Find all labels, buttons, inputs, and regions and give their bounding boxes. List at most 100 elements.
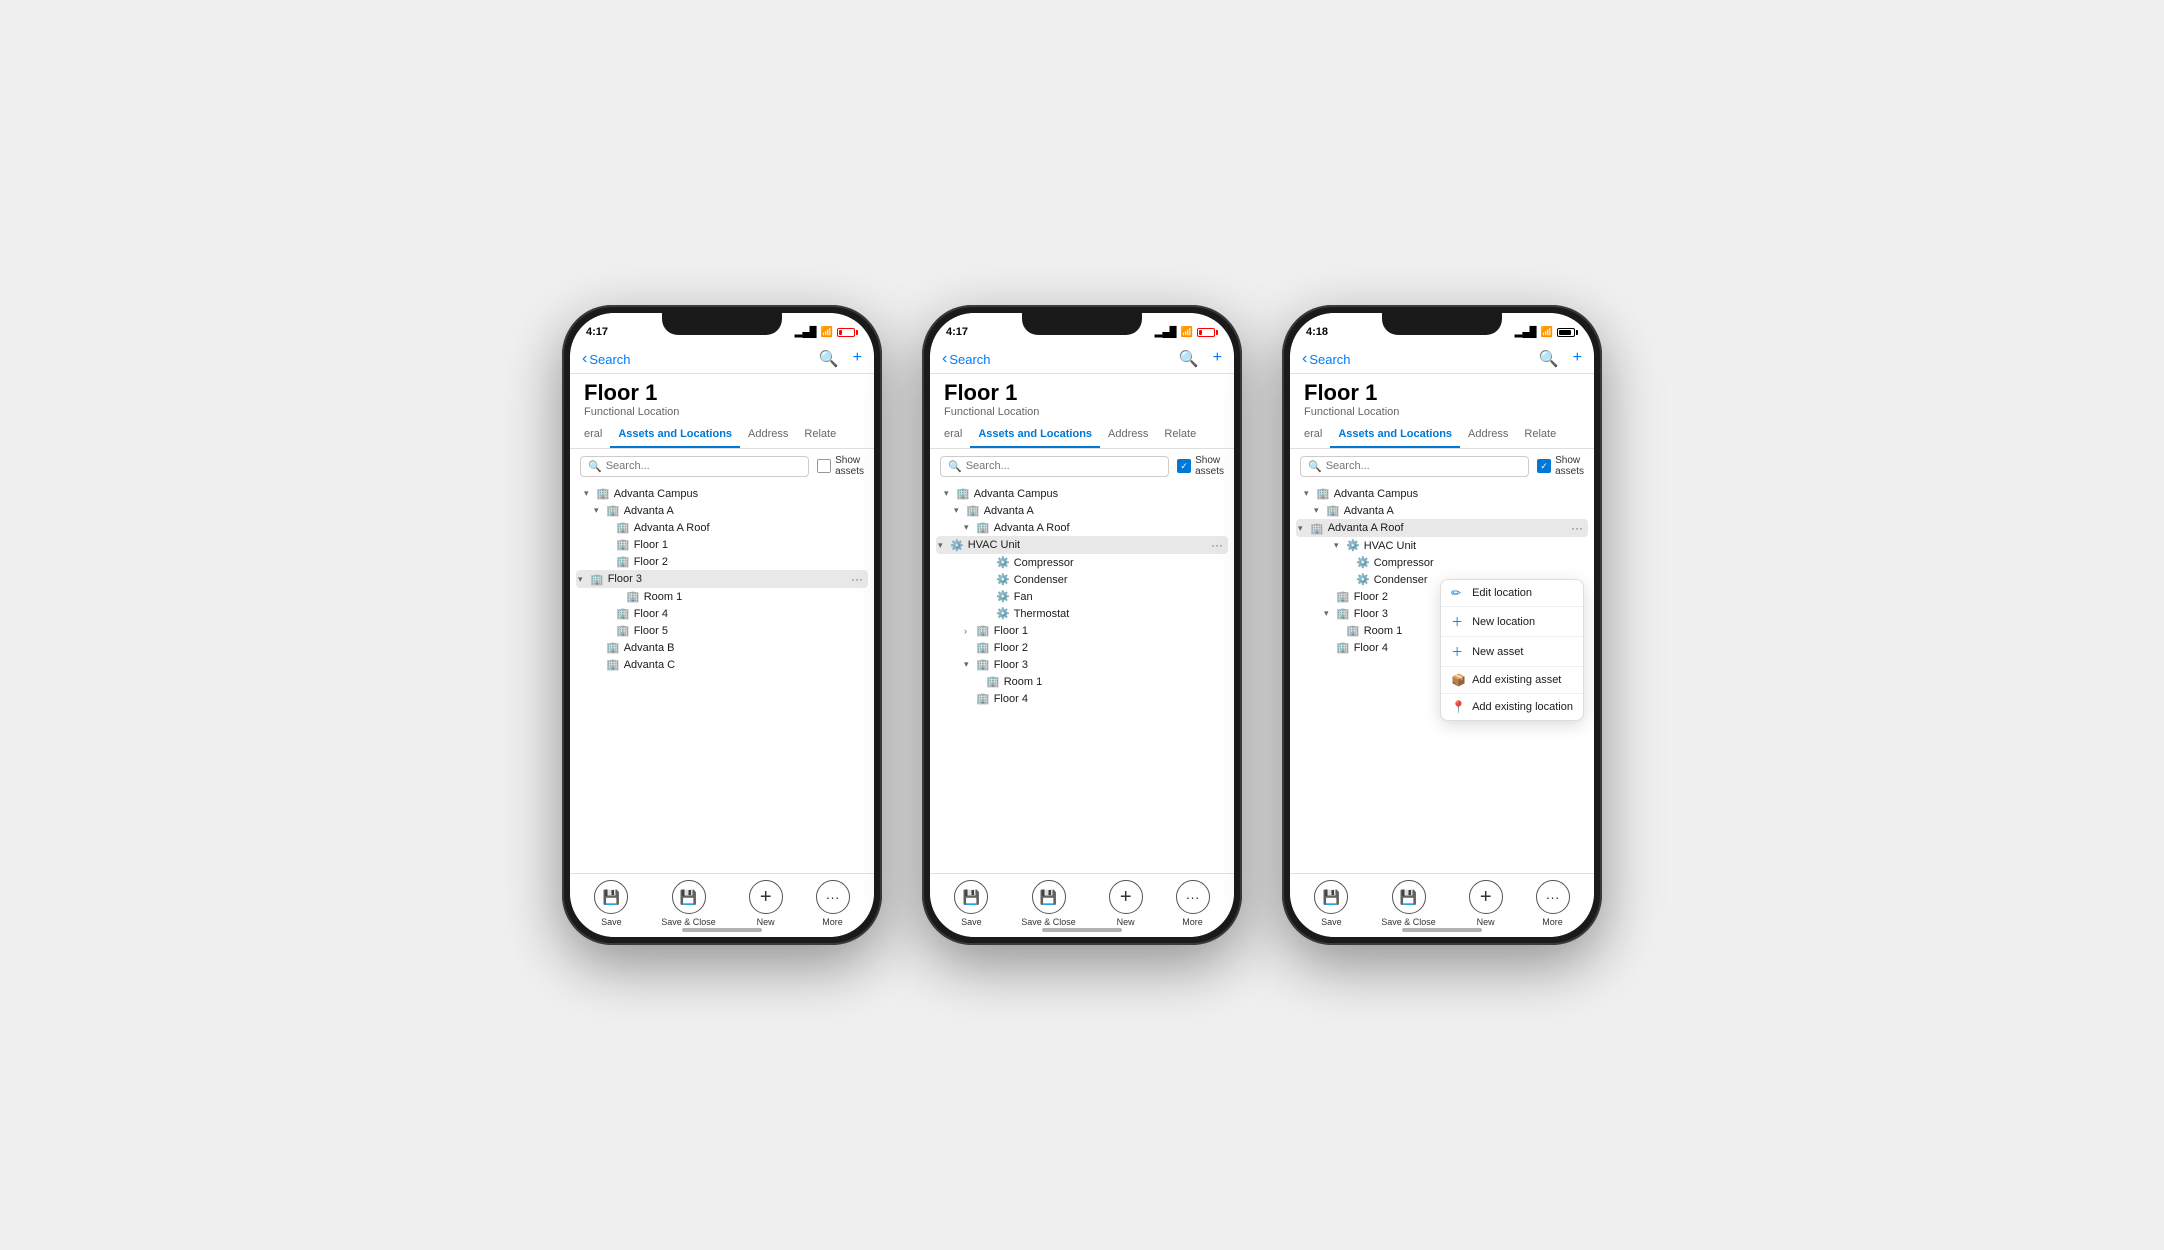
- show-assets-checkbox-2[interactable]: [1177, 459, 1191, 473]
- list-item[interactable]: 🏢 Advanta A Roof: [576, 519, 868, 536]
- page-header-2: Floor 1 Functional Location: [930, 374, 1234, 422]
- list-item[interactable]: ⚙️ Compressor: [936, 554, 1228, 571]
- back-button-3[interactable]: ‹ Search: [1302, 350, 1351, 368]
- tab-address-1[interactable]: Address: [740, 422, 796, 448]
- add-existing-location-menu-item[interactable]: 📍 Add existing location: [1441, 694, 1583, 720]
- list-item[interactable]: 🏢 Room 1: [576, 588, 868, 605]
- tab-general-2[interactable]: eral: [936, 422, 970, 448]
- ellipsis-button[interactable]: ···: [848, 572, 866, 586]
- tab-general-3[interactable]: eral: [1296, 422, 1330, 448]
- back-button-1[interactable]: ‹ Search: [582, 350, 631, 368]
- tab-related-2[interactable]: Relate: [1156, 422, 1204, 448]
- list-item[interactable]: ▾ 🏢 Advanta Campus: [1296, 485, 1588, 502]
- list-item[interactable]: ▾ 🏢 Advanta Campus: [936, 485, 1228, 502]
- new-label-1: New: [757, 917, 775, 927]
- list-item[interactable]: ▾ 🏢 Advanta A: [576, 502, 868, 519]
- new-asset-menu-item[interactable]: ＋ New asset: [1441, 637, 1583, 667]
- add-nav-icon-1[interactable]: +: [853, 349, 862, 369]
- asset-icon: ⚙️: [996, 573, 1010, 586]
- search-nav-icon-3[interactable]: 🔍: [1539, 349, 1559, 369]
- search-input-3[interactable]: [1326, 460, 1521, 472]
- list-item[interactable]: ▾ 🏢 Advanta A Roof ···: [1296, 519, 1588, 537]
- search-box-3[interactable]: 🔍: [1300, 456, 1529, 477]
- item-label: Advanta A: [984, 505, 1034, 517]
- search-input-1[interactable]: [606, 460, 801, 472]
- list-item[interactable]: ⚙️ Compressor: [1296, 554, 1588, 571]
- list-item[interactable]: ▾ 🏢 Advanta A: [1296, 502, 1588, 519]
- list-item[interactable]: 🏢 Floor 2: [576, 553, 868, 570]
- add-nav-icon-3[interactable]: +: [1573, 349, 1582, 369]
- new-button-3[interactable]: + New: [1469, 880, 1503, 927]
- tab-assets-3[interactable]: Assets and Locations: [1330, 422, 1460, 448]
- location-icon: 🏢: [590, 573, 604, 586]
- search-nav-icon-2[interactable]: 🔍: [1179, 349, 1199, 369]
- list-item[interactable]: ▾ 🏢 Advanta A: [936, 502, 1228, 519]
- new-location-menu-item[interactable]: ＋ New location: [1441, 607, 1583, 637]
- list-item[interactable]: ⚙️ Thermostat: [936, 605, 1228, 622]
- tab-related-1[interactable]: Relate: [796, 422, 844, 448]
- tab-address-3[interactable]: Address: [1460, 422, 1516, 448]
- list-item[interactable]: › 🏢 Floor 1: [936, 622, 1228, 639]
- list-item[interactable]: ▾ 🏢 Floor 3 ···: [576, 570, 868, 588]
- add-location-icon: 📍: [1451, 700, 1465, 714]
- item-label: Advanta A: [624, 505, 674, 517]
- save-close-button-1[interactable]: 💾 Save & Close: [661, 880, 716, 927]
- list-item[interactable]: 🏢 Advanta B: [576, 639, 868, 656]
- more-button-1[interactable]: ··· More: [816, 880, 850, 927]
- list-item[interactable]: 🏢 Floor 1: [576, 536, 868, 553]
- search-box-2[interactable]: 🔍: [940, 456, 1169, 477]
- more-label-2: More: [1182, 917, 1203, 927]
- list-item[interactable]: 🏢 Floor 4: [576, 605, 868, 622]
- new-button-2[interactable]: + New: [1109, 880, 1143, 927]
- nav-actions-3: 🔍 +: [1539, 349, 1582, 369]
- chevron-icon: ▾: [1334, 540, 1344, 551]
- list-item[interactable]: ⚙️ Fan: [936, 588, 1228, 605]
- list-item[interactable]: 🏢 Room 1: [936, 673, 1228, 690]
- tab-general-1[interactable]: eral: [576, 422, 610, 448]
- show-assets-1[interactable]: Showassets: [817, 455, 864, 477]
- add-existing-asset-menu-item[interactable]: 📦 Add existing asset: [1441, 667, 1583, 694]
- save-close-button-3[interactable]: 💾 Save & Close: [1381, 880, 1436, 927]
- search-box-1[interactable]: 🔍: [580, 456, 809, 477]
- tab-assets-2[interactable]: Assets and Locations: [970, 422, 1100, 448]
- search-icon-3: 🔍: [1308, 460, 1322, 473]
- list-item[interactable]: ▾ ⚙️ HVAC Unit ···: [936, 536, 1228, 554]
- screen-1: 4:17 ▂▄█ 📶 ‹: [570, 313, 874, 937]
- show-assets-3[interactable]: Showassets: [1537, 455, 1584, 477]
- list-item[interactable]: 🏢 Floor 2: [936, 639, 1228, 656]
- list-item[interactable]: ▾ 🏢 Advanta A Roof: [936, 519, 1228, 536]
- search-row-2: 🔍 Showassets: [930, 449, 1234, 483]
- tab-address-2[interactable]: Address: [1100, 422, 1156, 448]
- location-icon: 🏢: [626, 590, 640, 603]
- page-header-3: Floor 1 Functional Location: [1290, 374, 1594, 422]
- list-item[interactable]: ▾ ⚙️ HVAC Unit: [1296, 537, 1588, 554]
- list-item[interactable]: 🏢 Floor 4: [936, 690, 1228, 707]
- edit-location-menu-item[interactable]: ✏ Edit location: [1441, 580, 1583, 607]
- ellipsis-button-2[interactable]: ···: [1208, 538, 1226, 552]
- location-icon: 🏢: [1336, 641, 1350, 654]
- show-assets-checkbox-3[interactable]: [1537, 459, 1551, 473]
- more-button-2[interactable]: ··· More: [1176, 880, 1210, 927]
- add-nav-icon-2[interactable]: +: [1213, 349, 1222, 369]
- save-button-3[interactable]: 💾 Save: [1314, 880, 1348, 927]
- list-item[interactable]: ▾ 🏢 Floor 3: [936, 656, 1228, 673]
- more-button-3[interactable]: ··· More: [1536, 880, 1570, 927]
- list-item[interactable]: 🏢 Floor 5: [576, 622, 868, 639]
- ellipsis-button-3[interactable]: ···: [1568, 521, 1586, 535]
- save-button-2[interactable]: 💾 Save: [954, 880, 988, 927]
- save-close-button-2[interactable]: 💾 Save & Close: [1021, 880, 1076, 927]
- new-label-3: New: [1477, 917, 1495, 927]
- search-nav-icon-1[interactable]: 🔍: [819, 349, 839, 369]
- signal-icon-2: ▂▄█: [1155, 327, 1177, 338]
- show-assets-2[interactable]: Showassets: [1177, 455, 1224, 477]
- search-input-2[interactable]: [966, 460, 1161, 472]
- list-item[interactable]: ▾ 🏢 Advanta Campus: [576, 485, 868, 502]
- tab-related-3[interactable]: Relate: [1516, 422, 1564, 448]
- list-item[interactable]: 🏢 Advanta C: [576, 656, 868, 673]
- tab-assets-1[interactable]: Assets and Locations: [610, 422, 740, 448]
- list-item[interactable]: ⚙️ Condenser: [936, 571, 1228, 588]
- save-button-1[interactable]: 💾 Save: [594, 880, 628, 927]
- new-button-1[interactable]: + New: [749, 880, 783, 927]
- back-button-2[interactable]: ‹ Search: [942, 350, 991, 368]
- show-assets-checkbox-1[interactable]: [817, 459, 831, 473]
